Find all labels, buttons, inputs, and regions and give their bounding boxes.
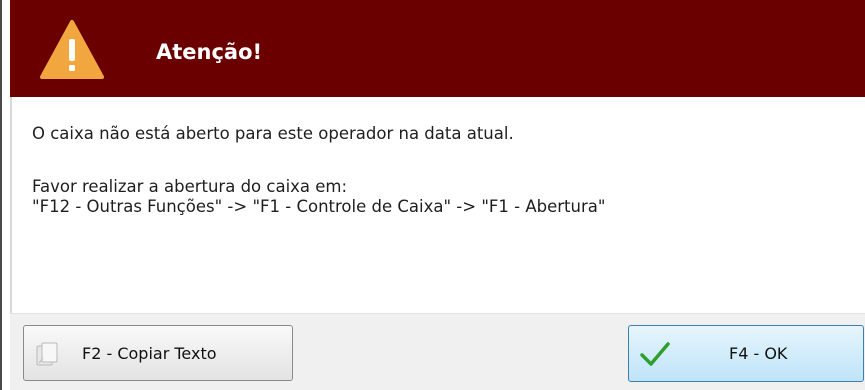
dialog-header: Atenção! (10, 0, 865, 97)
copy-text-button[interactable]: F2 - Copiar Texto (23, 325, 293, 381)
message-line: O caixa não está aberto para este operad… (32, 124, 514, 143)
dialog-title: Atenção! (156, 40, 263, 64)
ok-label: F4 - OK (729, 344, 788, 363)
alert-dialog: Atenção! O caixa não está aberto para es… (0, 0, 865, 390)
message-line: Favor realizar a abertura do caixa em: (32, 177, 348, 196)
message-spacer (32, 144, 605, 177)
message-line: "F12 - Outras Funções" -> "F1 - Controle… (32, 197, 606, 216)
checkmark-icon (640, 342, 670, 366)
copy-text-label: F2 - Copiar Texto (82, 344, 217, 363)
warning-icon (40, 20, 104, 79)
ok-button[interactable]: F4 - OK (628, 325, 864, 382)
dialog-message: O caixa não está aberto para este operad… (32, 124, 605, 217)
document-copy-icon (36, 342, 58, 366)
